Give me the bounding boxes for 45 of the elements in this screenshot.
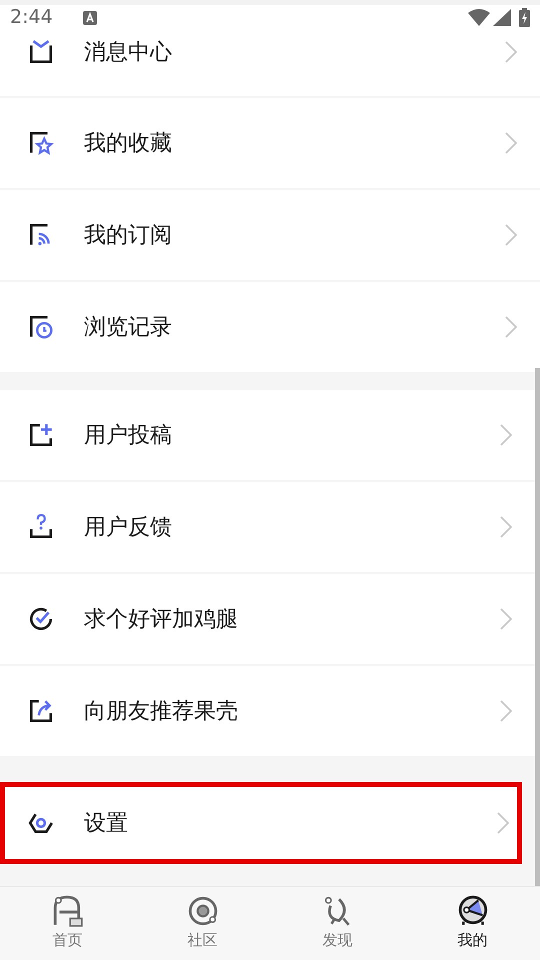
menu-label: 我的订阅 xyxy=(84,222,173,250)
menu-label: 设置 xyxy=(84,810,129,838)
menu-item[interactable]: 向朋友推荐果壳 xyxy=(0,666,535,756)
menu-item[interactable]: 我的订阅 xyxy=(0,190,540,280)
status-time: 2:44 xyxy=(10,5,53,30)
clock-icon xyxy=(28,314,54,340)
plus-icon xyxy=(28,422,54,448)
planet-icon xyxy=(186,895,218,927)
chevron-icon xyxy=(505,316,517,338)
menu-label: 我的收藏 xyxy=(84,130,173,158)
chevron-icon xyxy=(500,516,512,538)
chevron-icon xyxy=(500,608,512,630)
menu-item[interactable]: 浏览记录 xyxy=(0,282,540,372)
menu-label: 向朋友推荐果壳 xyxy=(84,698,239,726)
tab-item[interactable]: 社区 xyxy=(135,887,270,960)
menu-item[interactable]: 设置 xyxy=(0,782,522,864)
chevron-icon xyxy=(500,700,512,722)
menu-label: 浏览记录 xyxy=(84,314,173,342)
menu-label: 消息中心 xyxy=(84,38,173,66)
tab-item[interactable]: 首页 xyxy=(0,887,135,960)
menu-item[interactable]: 用户反馈 xyxy=(0,482,535,572)
check-icon xyxy=(28,606,54,632)
signal-icon xyxy=(493,9,511,26)
menu-label: 用户投稿 xyxy=(84,422,173,450)
chevron-icon xyxy=(505,132,517,154)
tab-item[interactable]: 发现 xyxy=(270,887,405,960)
wifi-icon xyxy=(468,9,490,26)
astronaut-helmet-icon xyxy=(456,895,488,927)
chevron-icon xyxy=(497,812,509,834)
chevron-icon xyxy=(500,424,512,446)
menu-item[interactable]: 我的收藏 xyxy=(0,98,540,188)
menu-label: 用户反馈 xyxy=(84,514,173,542)
chevron-icon xyxy=(505,41,517,63)
menu-label: 求个好评加鸡腿 xyxy=(84,606,239,634)
keyboard-icon xyxy=(82,10,97,24)
battery-icon xyxy=(519,8,530,27)
envelope-icon xyxy=(28,39,54,65)
star-icon xyxy=(28,130,54,156)
tab-item[interactable]: 我的 xyxy=(405,887,540,960)
share-icon xyxy=(28,698,54,724)
chevron-icon xyxy=(505,224,517,246)
menu-item[interactable]: 消息中心 xyxy=(0,30,540,96)
menu-item[interactable]: 求个好评加鸡腿 xyxy=(0,574,535,664)
menu-item[interactable]: 用户投稿 xyxy=(0,390,535,480)
question-icon xyxy=(28,514,54,540)
